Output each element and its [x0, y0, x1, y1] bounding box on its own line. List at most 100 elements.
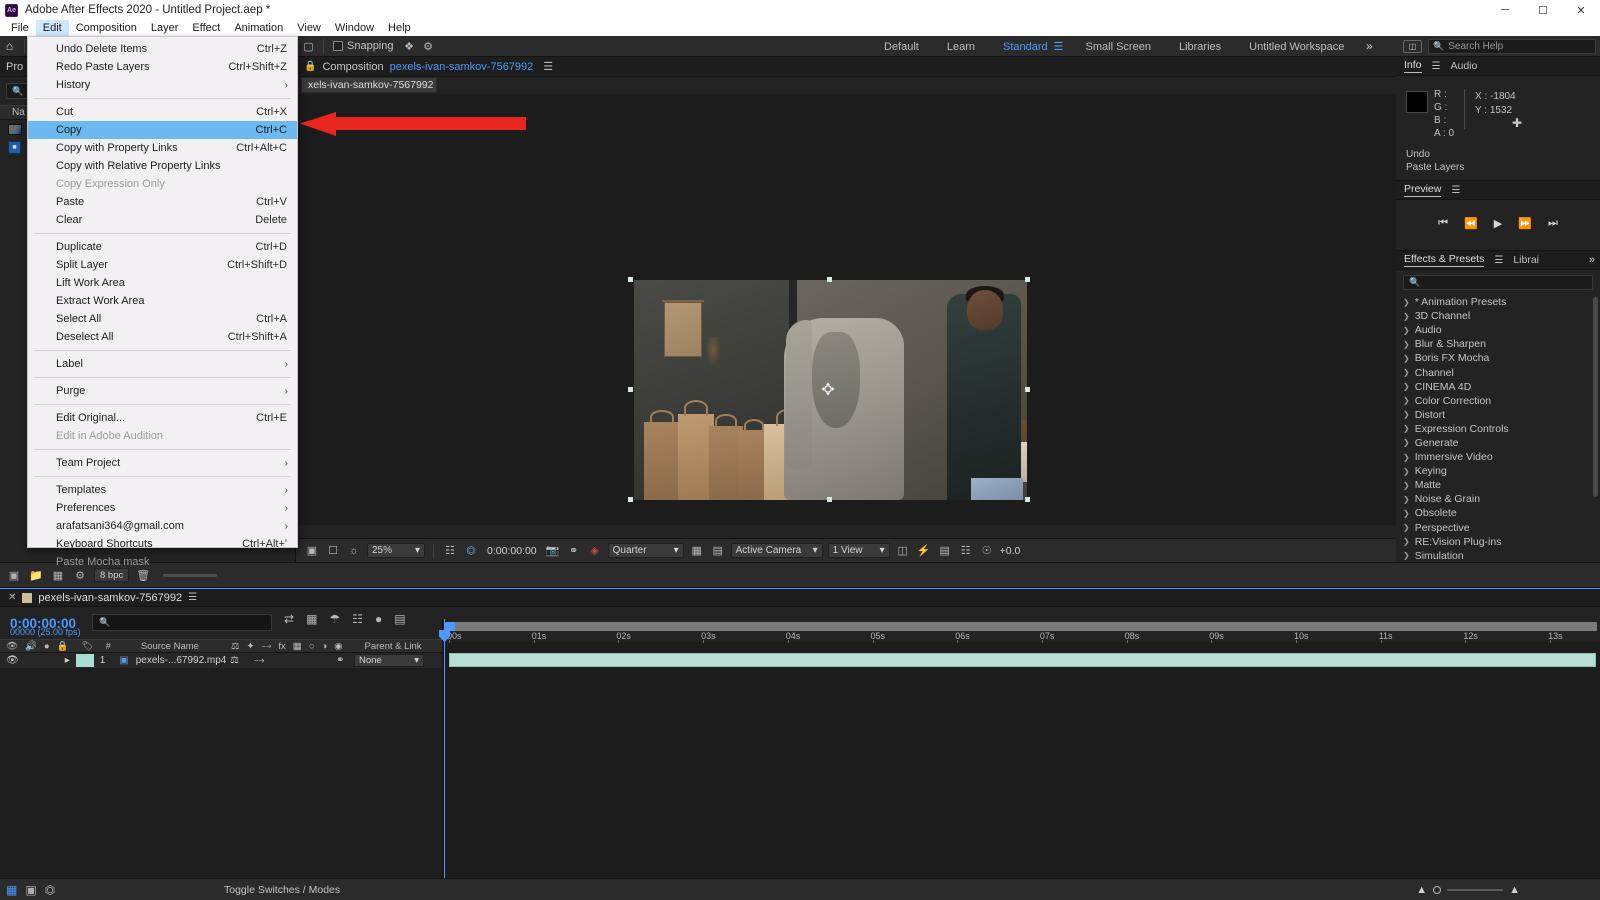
snapping-checkbox[interactable]: [333, 41, 343, 51]
effects-category-row[interactable]: ❯Matte: [1396, 478, 1600, 492]
parent-dropdown[interactable]: None ▾: [354, 654, 424, 667]
chevron-right-icon[interactable]: ❯: [1403, 481, 1410, 490]
panel-menu-icon[interactable]: ☰: [1432, 61, 1441, 72]
region-of-interest-icon[interactable]: ⏣: [463, 543, 479, 559]
chevron-right-icon[interactable]: ❯: [1403, 340, 1410, 349]
menu-item-keyboard-shortcuts[interactable]: Keyboard ShortcutsCtrl+Alt+': [28, 535, 297, 553]
chevron-right-icon[interactable]: ❯: [1403, 396, 1410, 405]
chevron-right-icon[interactable]: ❯: [1403, 368, 1410, 377]
menu-item-copy-with-relative-property-links[interactable]: Copy with Relative Property Links: [28, 157, 297, 175]
home-icon[interactable]: ⌂: [0, 37, 19, 56]
tab-effects-presets[interactable]: Effects & Presets: [1404, 253, 1484, 267]
composition-subtab[interactable]: xels-ivan-samkov-7567992: [301, 77, 437, 93]
menu-item-split-layer[interactable]: Split LayerCtrl+Shift+D: [28, 256, 297, 274]
menu-item-clear[interactable]: ClearDelete: [28, 211, 297, 229]
selection-handle-tc[interactable]: [827, 277, 832, 282]
scrollbar[interactable]: [1593, 297, 1598, 497]
effects-category-row[interactable]: ❯Simulation: [1396, 549, 1600, 561]
menu-animation[interactable]: Animation: [227, 20, 290, 36]
menu-item-paste[interactable]: PasteCtrl+V: [28, 193, 297, 211]
timeline-tab-name[interactable]: pexels-ivan-samkov-7567992: [38, 592, 182, 604]
menu-item-cut[interactable]: CutCtrl+X: [28, 103, 297, 121]
menu-edit[interactable]: Edit: [36, 20, 69, 36]
selection-handle-tl[interactable]: [628, 277, 633, 282]
menu-item-redo-paste-layers[interactable]: Redo Paste LayersCtrl+Shift+Z: [28, 58, 297, 76]
main-viewer-icon[interactable]: ☐: [325, 543, 341, 559]
menu-item-lift-work-area[interactable]: Lift Work Area: [28, 274, 297, 292]
eraser-tool-icon[interactable]: ▢: [299, 37, 318, 56]
transfer-modes-icon[interactable]: ▣: [25, 883, 36, 897]
last-frame-icon[interactable]: ⏭: [1548, 217, 1558, 230]
resolution-dropdown[interactable]: Quarter ▾: [608, 543, 684, 558]
layer-switches-icon[interactable]: ▦: [6, 883, 17, 897]
chevron-right-icon[interactable]: ❯: [1403, 382, 1410, 391]
menu-effect[interactable]: Effect: [185, 20, 227, 36]
motion-blur-icon[interactable]: ●: [375, 612, 382, 626]
selection-handle-br[interactable]: [1025, 497, 1030, 502]
selection-handle-bc[interactable]: [827, 497, 832, 502]
snapshot-camera-icon[interactable]: 📷: [545, 543, 561, 559]
effects-category-row[interactable]: ❯Noise & Grain: [1396, 492, 1600, 506]
graph-editor-icon[interactable]: ▤: [394, 612, 405, 626]
puppet-tool-icon[interactable]: ⚙: [419, 37, 438, 56]
workspace-layout-icon[interactable]: ◫: [1403, 40, 1422, 53]
effects-category-row[interactable]: ❯Color Correction: [1396, 394, 1600, 408]
layer-switch-shy[interactable]: ⚖: [230, 655, 239, 666]
layer-clip-bar[interactable]: [449, 653, 1596, 667]
layer-source-name[interactable]: pexels-...67992.mp4: [136, 655, 227, 666]
menu-item-select-all[interactable]: Select AllCtrl+A: [28, 310, 297, 328]
chevron-right-icon[interactable]: ❯: [1403, 453, 1410, 462]
layer-visibility-toggle[interactable]: 👁: [6, 655, 19, 666]
menu-item-extract-work-area[interactable]: Extract Work Area: [28, 292, 297, 310]
menu-item-arafatsani364-gmail-com[interactable]: arafatsani364@gmail.com›: [28, 517, 297, 535]
workspace-menu-icon[interactable]: ☰: [1054, 40, 1064, 53]
workspace-tab-default[interactable]: Default: [870, 41, 933, 53]
effects-category-row[interactable]: ❯Perspective: [1396, 521, 1600, 535]
work-area-start-handle[interactable]: [445, 622, 455, 631]
effects-search-input[interactable]: 🔍: [1403, 275, 1593, 290]
menu-file[interactable]: File: [4, 20, 36, 36]
close-icon[interactable]: ✕: [8, 592, 16, 603]
effects-category-row[interactable]: ❯3D Channel: [1396, 309, 1600, 323]
workspace-tab-untitled-workspace[interactable]: Untitled Workspace: [1235, 41, 1358, 53]
next-frame-icon[interactable]: ⏩: [1518, 217, 1532, 230]
menu-item-undo-delete-items[interactable]: Undo Delete ItemsCtrl+Z: [28, 40, 297, 58]
timeline-zoom-control[interactable]: ▲ ▲: [1416, 884, 1520, 896]
view-layout-dropdown[interactable]: 1 View ▾: [828, 543, 890, 558]
panel-menu-icon[interactable]: ☰: [543, 60, 553, 73]
menu-item-purge[interactable]: Purge›: [28, 382, 297, 400]
chevron-right-icon[interactable]: ❯: [1403, 509, 1410, 518]
roto-brush-tool-icon[interactable]: ❖: [400, 37, 419, 56]
composition-mini-flowchart-icon[interactable]: ⇄: [284, 612, 294, 626]
effects-category-row[interactable]: ❯Boris FX Mocha: [1396, 351, 1600, 365]
panel-menu-icon[interactable]: ☰: [188, 592, 197, 603]
menu-item-label[interactable]: Label›: [28, 355, 297, 373]
first-frame-icon[interactable]: ⏮: [1438, 217, 1448, 230]
menu-layer[interactable]: Layer: [144, 20, 186, 36]
composition-stage[interactable]: [296, 94, 1396, 525]
menu-help[interactable]: Help: [381, 20, 418, 36]
previous-frame-icon[interactable]: ⏪: [1464, 217, 1478, 230]
always-preview-icon[interactable]: ▣: [304, 543, 320, 559]
edit-menu-dropdown[interactable]: Undo Delete ItemsCtrl+ZRedo Paste Layers…: [27, 36, 298, 548]
selection-handle-tr[interactable]: [1025, 277, 1030, 282]
grid-guides-icon[interactable]: ☷: [442, 543, 458, 559]
menu-window[interactable]: Window: [328, 20, 381, 36]
zoom-out-icon[interactable]: ▲: [1416, 884, 1427, 896]
tab-libraries[interactable]: Librai: [1513, 254, 1539, 266]
menu-item-copy[interactable]: CopyCtrl+C: [28, 121, 297, 139]
hide-shy-layers-icon[interactable]: ☂: [329, 612, 340, 626]
workspace-more-chevron-icon[interactable]: »: [1366, 39, 1373, 53]
effects-category-row[interactable]: ❯Generate: [1396, 436, 1600, 450]
effects-category-row[interactable]: ❯RE:Vision Plug-ins: [1396, 535, 1600, 549]
snapping-control[interactable]: Snapping: [333, 40, 394, 52]
composition-tab-name[interactable]: pexels-ivan-samkov-7567992: [390, 61, 534, 73]
panel-menu-icon[interactable]: ☰: [1494, 255, 1503, 266]
close-button[interactable]: ✕: [1562, 0, 1600, 20]
playhead-line[interactable]: [444, 619, 445, 878]
effects-category-row[interactable]: ❯Blur & Sharpen: [1396, 337, 1600, 351]
chevron-right-icon[interactable]: ❯: [1403, 551, 1410, 560]
workspace-tab-learn[interactable]: Learn: [933, 41, 989, 53]
effects-category-row[interactable]: ❯Keying: [1396, 464, 1600, 478]
lock-icon[interactable]: 🔒: [304, 61, 316, 72]
